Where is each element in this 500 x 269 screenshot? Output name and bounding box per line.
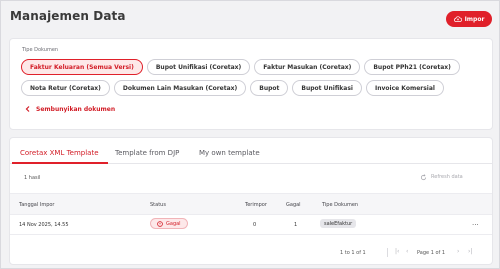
- document-type-badge: saleEfaktur: [320, 219, 357, 228]
- import-button[interactable]: Impor: [446, 11, 492, 27]
- error-circle-icon: [157, 220, 163, 227]
- document-type-label: Tipe Dokumen: [22, 47, 59, 53]
- first-page-icon[interactable]: |‹: [395, 248, 399, 255]
- cell-terimpor: 0: [253, 222, 257, 228]
- tab-my-own-template[interactable]: My own template: [199, 149, 260, 157]
- chip-faktur-keluaran[interactable]: Faktur Keluaran (Semua Versi): [21, 59, 143, 75]
- chip-bupot-pph21-coretax[interactable]: Bupot PPh21 (Coretax): [364, 59, 460, 75]
- tab-coretax-xml-template[interactable]: Coretax XML Template: [20, 149, 99, 157]
- row-more-menu[interactable]: ...: [472, 219, 479, 227]
- cell-gagal: 1: [294, 222, 298, 228]
- hide-documents-link[interactable]: Sembunyikan dokumen: [21, 101, 119, 117]
- column-terimpor[interactable]: Terimpor: [245, 202, 267, 208]
- chip-dokumen-lain-masukan-coretax[interactable]: Dokumen Lain Masukan (Coretax): [113, 80, 247, 96]
- chip-nota-retur-coretax[interactable]: Nota Retur (Coretax): [21, 80, 110, 96]
- cell-tanggal-impor: 14 Nov 2025, 14.55: [19, 222, 69, 228]
- tab-template-from-djp[interactable]: Template from DJP: [115, 149, 179, 157]
- column-status[interactable]: Status: [150, 202, 166, 208]
- refresh-data-button[interactable]: Refresh data: [420, 171, 483, 183]
- active-tab-indicator: [12, 162, 108, 164]
- refresh-icon: [420, 173, 427, 180]
- column-gagal[interactable]: Gagal: [286, 202, 301, 208]
- chip-invoice-komersial[interactable]: Invoice Komersial: [365, 80, 444, 96]
- result-count: 1 hasil: [24, 175, 41, 181]
- document-type-chips: Faktur Keluaran (Semua Versi) Bupot Unif…: [21, 59, 487, 117]
- pagination-divider: [387, 248, 388, 257]
- chip-bupot-unifikasi[interactable]: Bupot Unifikasi: [292, 80, 362, 96]
- pagination-page: Page 1 of 1: [417, 250, 446, 256]
- column-tipe-dokumen[interactable]: Tipe Dokumen: [322, 202, 358, 208]
- template-tabs: Coretax XML Template Template from DJP M…: [10, 138, 492, 164]
- status-label: Gagal: [166, 220, 181, 227]
- refresh-data-label: Refresh data: [431, 174, 463, 180]
- cloud-upload-icon: [453, 16, 462, 22]
- pagination-range: 1 to 1 of 1: [340, 250, 366, 256]
- table-header: Tanggal Impor Status Terimpor Gagal Tipe…: [10, 193, 492, 215]
- chip-faktur-masukan-coretax[interactable]: Faktur Masukan (Coretax): [254, 59, 361, 75]
- import-label: Impor: [464, 15, 485, 23]
- chip-bupot-unifikasi-coretax[interactable]: Bupot Unifikasi (Coretax): [146, 59, 251, 75]
- page-title: Manajemen Data: [10, 9, 126, 23]
- document-filter-card: Tipe Dokumen Faktur Keluaran (Semua Vers…: [9, 38, 493, 130]
- import-table-card: Coretax XML Template Template from DJP M…: [9, 137, 493, 265]
- prev-page-icon[interactable]: ‹: [406, 248, 408, 255]
- chip-bupot[interactable]: Bupot: [250, 80, 289, 96]
- chevron-left-icon: [25, 106, 30, 112]
- column-tanggal-impor[interactable]: Tanggal Impor: [19, 202, 54, 208]
- next-page-icon[interactable]: ›: [457, 248, 459, 255]
- hide-documents-label: Sembunyikan dokumen: [36, 105, 116, 113]
- last-page-icon[interactable]: ›|: [468, 248, 472, 255]
- app-frame: Manajemen Data Impor Tipe Dokumen Faktur…: [0, 0, 500, 269]
- status-badge: Gagal: [150, 218, 188, 229]
- table-row[interactable]: 14 Nov 2025, 14.55 Gagal 0 1 saleEfaktur…: [10, 215, 492, 235]
